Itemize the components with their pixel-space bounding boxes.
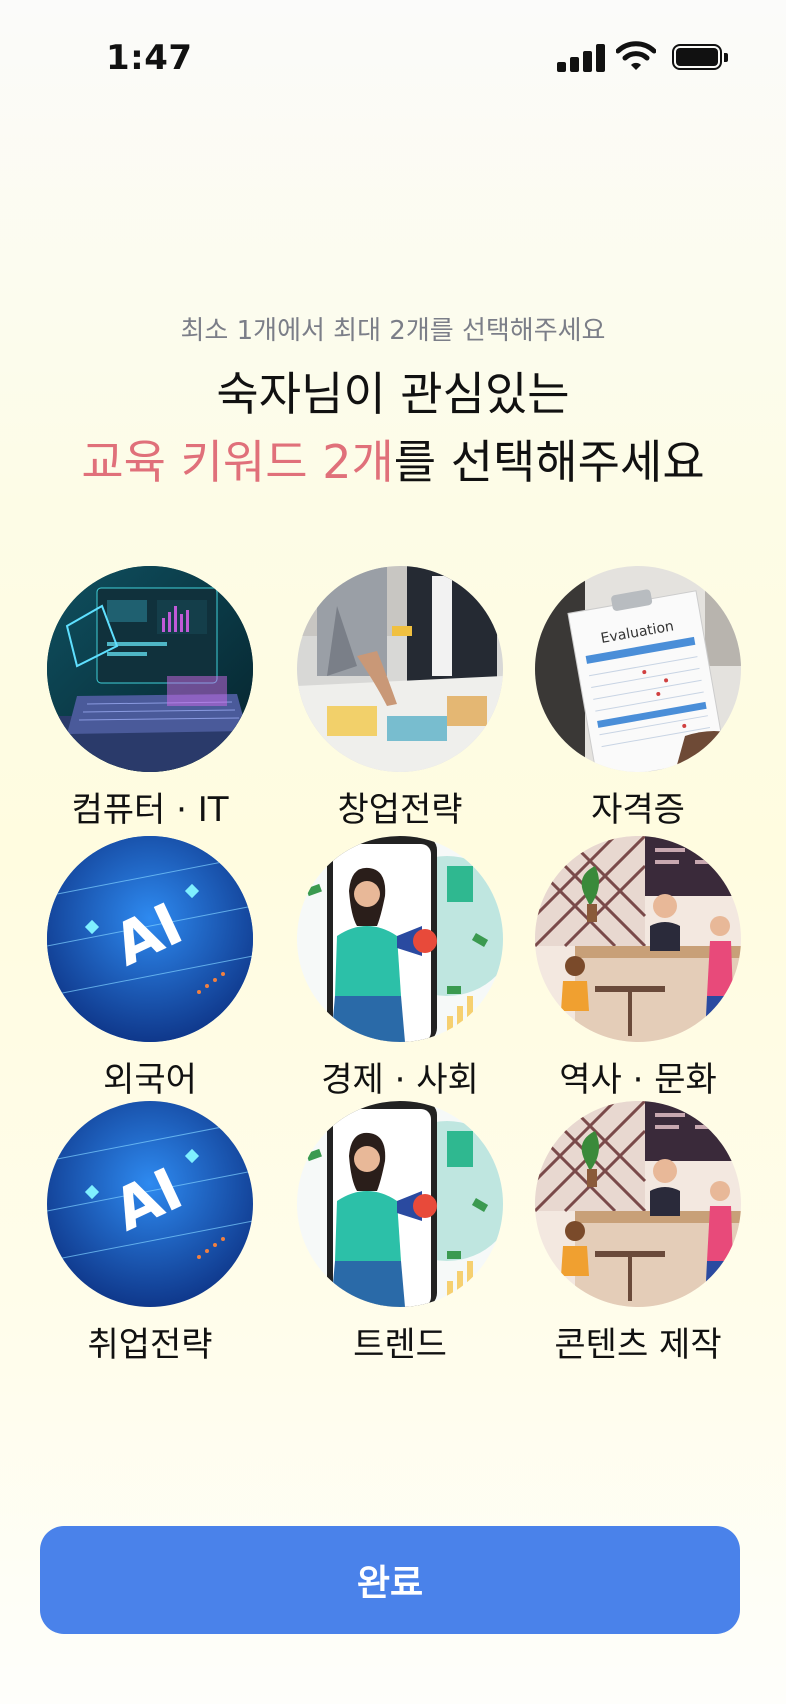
status-bar: 1:47 bbox=[0, 0, 786, 110]
keyword-label: 콘텐츠 제작 bbox=[554, 1325, 722, 1365]
keyword-label: 컴퓨터 · IT bbox=[71, 790, 229, 830]
keyword-label: 자격증 bbox=[591, 790, 685, 830]
keyword-option-trend[interactable]: 트렌드 bbox=[295, 1101, 505, 1366]
cafe-scene-image bbox=[535, 1101, 741, 1307]
battery-icon bbox=[672, 44, 730, 72]
ai-chip-image: AI bbox=[47, 836, 253, 1042]
keyword-option-startup-strategy[interactable]: 창업전략 bbox=[295, 566, 505, 831]
phone-marketer-image bbox=[297, 836, 503, 1042]
keyword-label: 창업전략 bbox=[337, 790, 463, 830]
cellular-signal-icon bbox=[557, 44, 605, 72]
keyword-label: 취업전략 bbox=[87, 1325, 213, 1365]
page-title-line1: 숙자님이 관심있는 bbox=[216, 367, 570, 421]
selection-hint: 최소 1개에서 최대 2개를 선택해주세요 bbox=[180, 316, 606, 346]
title-accent: 교육 키워드 2개 bbox=[81, 435, 394, 489]
ai-chip-image: AI bbox=[47, 1101, 253, 1307]
business-meeting-image bbox=[297, 566, 503, 772]
wifi-icon bbox=[616, 41, 656, 70]
status-time: 1:47 bbox=[106, 38, 193, 78]
phone-marketer-image bbox=[297, 1101, 503, 1307]
keyword-label: 경제 · 사회 bbox=[321, 1060, 479, 1100]
cafe-scene-image bbox=[535, 836, 741, 1042]
keyword-option-computer-it[interactable]: 컴퓨터 · IT bbox=[45, 566, 255, 831]
keyword-label: 트렌드 bbox=[353, 1325, 447, 1365]
laptop-dashboard-image bbox=[47, 566, 253, 772]
title-rest: 를 선택해주세요 bbox=[393, 435, 705, 489]
evaluation-form-image: Evaluation bbox=[535, 566, 741, 772]
keyword-label: 역사 · 문화 bbox=[559, 1060, 717, 1100]
complete-button[interactable]: 완료 bbox=[40, 1526, 740, 1634]
keyword-label: 외국어 bbox=[103, 1060, 197, 1100]
keyword-option-job-strategy[interactable]: AI 취업전략 bbox=[45, 1101, 255, 1366]
page-title-line2: 교육 키워드 2개를 선택해주세요 bbox=[0, 426, 786, 492]
keyword-option-economy-society[interactable]: 경제 · 사회 bbox=[295, 836, 505, 1101]
keyword-option-certificate[interactable]: Evaluation 자격증 bbox=[533, 566, 743, 831]
keyword-option-content-creation[interactable]: 콘텐츠 제작 bbox=[533, 1101, 743, 1366]
keyword-option-foreign-language[interactable]: AI 외국어 bbox=[45, 836, 255, 1101]
keyword-option-history-culture[interactable]: 역사 · 문화 bbox=[533, 836, 743, 1101]
